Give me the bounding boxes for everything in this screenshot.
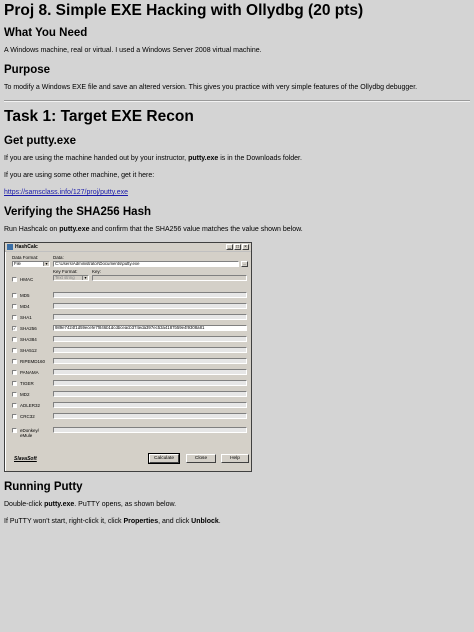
algorithm-hash-field[interactable] <box>53 347 247 353</box>
text-span: Run Hashcalc on <box>4 226 60 233</box>
algorithm-hash-field[interactable] <box>53 402 247 408</box>
algorithm-label: MD4 <box>20 304 30 309</box>
getputty-para-2: If you are using some other machine, get… <box>4 172 155 179</box>
algorithm-checkbox[interactable] <box>12 403 17 408</box>
data-format-select[interactable]: File ▼ <box>12 261 50 267</box>
running-para-2: If PuTTY won't start, right-click it, cl… <box>4 517 470 526</box>
algorithm-checkbox[interactable] <box>12 392 17 397</box>
algorithm-hash-field[interactable] <box>53 380 247 386</box>
hmac-checkbox[interactable] <box>12 277 17 282</box>
hashcalc-app-icon <box>7 244 13 250</box>
getputty-link-para: https://samsclass.info/127/proj/putty.ex… <box>4 188 470 197</box>
key-input[interactable] <box>92 275 247 281</box>
bold-unblock: Unblock <box>191 518 219 525</box>
algorithm-checkbox[interactable] <box>12 304 17 309</box>
task1-heading: Task 1: Target EXE Recon <box>4 108 194 125</box>
heading-verify-hash: Verifying the SHA256 Hash <box>4 206 151 218</box>
text-span: If you are using the machine handed out … <box>4 155 189 162</box>
text-span: is in the Downloads folder. <box>218 155 302 162</box>
algorithm-label: TIGER <box>20 381 34 386</box>
heading-what-you-need: What You Need <box>4 27 88 39</box>
algorithm-label: eDonkey/ eMule <box>20 428 40 438</box>
calculate-button[interactable]: Calculate <box>148 453 180 464</box>
data-input[interactable]: C:\Users\Administrator\Documents\putty.e… <box>53 261 239 267</box>
chevron-down-icon: ▼ <box>43 262 49 266</box>
algorithm-checkbox[interactable] <box>12 348 17 353</box>
algorithm-label: CRC32 <box>20 414 35 419</box>
data-format-value: File <box>14 261 21 266</box>
algorithm-checkbox[interactable] <box>12 315 17 320</box>
algorithm-label: MD2 <box>20 392 30 397</box>
purpose-text: To modify a Windows EXE file and save an… <box>4 84 418 91</box>
help-button[interactable]: Help <box>221 454 249 463</box>
text-span: , and click <box>158 518 192 525</box>
algorithm-checkbox[interactable] <box>12 293 17 298</box>
hashcalc-title: HashCalc <box>15 244 38 250</box>
algorithm-hash-field[interactable] <box>53 303 247 309</box>
key-label: Key: <box>92 269 102 274</box>
algorithm-checkbox[interactable] <box>12 381 17 386</box>
algorithm-checkbox[interactable] <box>12 414 17 419</box>
data-label: Data: <box>53 255 64 260</box>
text-span: . PuTTY opens, as shown below. <box>74 501 177 508</box>
text-span: Double-click <box>4 501 45 508</box>
algorithm-hash-field[interactable]: 989e7424f1d59ecefe7f846b1dcdbceacb374eda… <box>53 325 247 331</box>
algorithm-label: SHA512 <box>20 348 37 353</box>
heading-purpose: Purpose <box>4 64 51 76</box>
need-text: A Windows machine, real or virtual. I us… <box>4 47 262 54</box>
algorithm-hash-field[interactable] <box>53 314 247 320</box>
close-button[interactable]: Close <box>186 454 216 463</box>
key-format-value: Text string <box>55 275 75 280</box>
key-format-select[interactable]: Text string ▼ <box>53 275 89 281</box>
data-format-label: Data Format: <box>12 255 39 260</box>
hashcalc-window: HashCalc _ □ × Data Format: File ▼ Data:… <box>4 242 252 472</box>
algorithm-label: SHA1 <box>20 315 32 320</box>
minimize-button[interactable]: _ <box>226 244 233 250</box>
algorithm-checkbox[interactable] <box>12 359 17 364</box>
algorithm-checkbox[interactable] <box>12 428 17 433</box>
algorithm-hash-field[interactable] <box>53 358 247 364</box>
algorithm-hash-field[interactable] <box>53 336 247 342</box>
heading-running-putty: Running Putty <box>4 481 83 493</box>
bold-filename: putty.exe <box>44 501 75 508</box>
running-para-1: Double-click putty.exe. PuTTY opens, as … <box>4 500 470 509</box>
text-span: . <box>218 518 221 525</box>
bold-properties: Properties <box>123 518 159 525</box>
hmac-label: HMAC <box>20 277 34 282</box>
verify-para: Run Hashcalc on putty.exe and confirm th… <box>4 225 470 234</box>
getputty-para-1: If you are using the machine handed out … <box>4 154 470 163</box>
algorithm-label: RIPEMD160 <box>20 359 46 364</box>
text-span: If PuTTY won't start, right-click it, cl… <box>4 518 124 525</box>
heading-get-putty: Get putty.exe <box>4 135 76 147</box>
page-title: Proj 8. Simple EXE Hacking with Ollydbg … <box>4 2 364 19</box>
algorithm-label: MD5 <box>20 293 30 298</box>
algorithm-label: PANAMA <box>20 370 39 375</box>
algorithm-hash-field[interactable] <box>53 391 247 397</box>
hashcalc-titlebar: HashCalc _ □ × <box>5 243 251 252</box>
text-span: and confirm that the SHA256 value matche… <box>89 226 303 233</box>
algorithm-hash-field[interactable] <box>53 427 247 433</box>
putty-download-link[interactable]: https://samsclass.info/127/proj/putty.ex… <box>4 189 128 196</box>
algorithm-checkbox[interactable] <box>12 337 17 342</box>
algorithm-checkbox[interactable]: ✓ <box>12 326 17 331</box>
algorithm-label: ADLER32 <box>20 403 41 408</box>
algorithm-hash-field[interactable] <box>53 413 247 419</box>
close-window-button[interactable]: × <box>242 244 249 250</box>
page: Proj 8. Simple EXE Hacking with Ollydbg … <box>0 0 474 536</box>
key-format-label: Key Format: <box>53 269 78 274</box>
algorithm-hash-field[interactable] <box>53 292 247 298</box>
algorithm-hash-field[interactable] <box>53 369 247 375</box>
chevron-down-icon: ▼ <box>82 276 88 280</box>
slavasoft-logo: SlavaSoft <box>14 456 37 462</box>
divider <box>4 100 470 102</box>
algorithm-checkbox[interactable] <box>12 370 17 375</box>
algorithm-label: SHA384 <box>20 337 37 342</box>
algorithm-label: SHA256 <box>20 326 37 331</box>
maximize-button[interactable]: □ <box>234 244 241 250</box>
bold-filename: putty.exe <box>59 226 90 233</box>
bold-filename: putty.exe <box>188 155 219 162</box>
browse-button[interactable]: … <box>241 261 248 267</box>
